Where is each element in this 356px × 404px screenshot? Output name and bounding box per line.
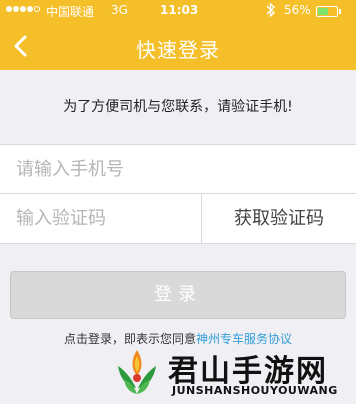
login-form: 获取验证码 xyxy=(0,144,356,244)
network-type: 3G xyxy=(111,3,128,17)
battery-percent: 56% xyxy=(284,3,311,17)
watermark-subtitle: JUNSHANSHOUYOUWANG xyxy=(172,384,338,397)
nav-bar: 快速登录 xyxy=(0,22,356,70)
phone-input[interactable] xyxy=(16,157,336,181)
get-code-button[interactable]: 获取验证码 xyxy=(202,194,356,243)
page-title: 快速登录 xyxy=(136,38,220,62)
status-bar: 中国联通 3G 11:03 56% xyxy=(0,0,356,22)
signal-icon xyxy=(6,6,41,20)
login-button[interactable]: 登录 xyxy=(10,271,346,319)
verify-hint: 为了方便司机与您联系，请验证手机! xyxy=(63,99,293,115)
status-time: 11:03 xyxy=(160,3,199,17)
watermark: 君山手游网 JUNSHANSHOUYOUWANG xyxy=(0,340,356,404)
battery-icon xyxy=(316,6,341,17)
watermark-logo xyxy=(118,350,156,394)
bluetooth-icon xyxy=(266,2,276,21)
verification-code-input[interactable] xyxy=(16,206,196,230)
carrier-name: 中国联通 xyxy=(46,5,95,19)
